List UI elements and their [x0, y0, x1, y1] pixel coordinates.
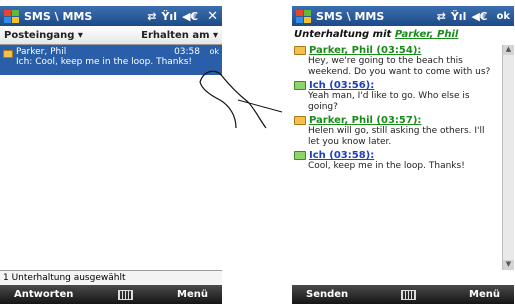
message-entry: Ich (03:58): Cool, keep me in the loop. …	[294, 150, 498, 172]
conversation-label: Unterhaltung mit	[294, 29, 392, 40]
menu-softkey[interactable]: Menü	[177, 289, 208, 300]
reply-softkey[interactable]: Antworten	[14, 289, 73, 300]
connection-icon[interactable]: ⇄	[437, 10, 446, 23]
message-text: Cool, keep me in the loop. Thanks!	[308, 161, 465, 171]
outgoing-message-icon	[294, 81, 306, 90]
folder-dropdown[interactable]: Posteingang ▾	[4, 30, 83, 41]
conversation-title: Unterhaltung mit Parker, Phil	[292, 26, 514, 41]
contact-link[interactable]: Parker, Phil	[395, 29, 459, 40]
windows-start-icon[interactable]	[4, 9, 19, 23]
message-text: Hey, we're going to the beach this weeke…	[308, 56, 491, 77]
list-header: Posteingang ▾ Erhalten am ▾	[0, 26, 222, 45]
connection-icon[interactable]: ⇄	[147, 10, 156, 23]
menu-softkey[interactable]: Menü	[469, 289, 500, 300]
scrollbar[interactable]: ▲ ▼	[502, 45, 514, 270]
close-button[interactable]: ✕	[207, 9, 218, 24]
incoming-message-icon	[294, 116, 306, 125]
message-entry: Parker, Phil (03:57): Helen will go, sti…	[294, 115, 498, 148]
conversation-screen: SMS \ MMS ⇄ Ÿıl ◀€ ok Unterhaltung mit P…	[292, 6, 514, 304]
keyboard-icon[interactable]	[117, 289, 133, 300]
message-preview: Ich: Cool, keep me in the loop. Thanks!	[16, 57, 192, 67]
message-list-item[interactable]: Parker, Phil 03:58 ok Ich: Cool, keep me…	[0, 45, 222, 75]
envelope-icon	[3, 50, 13, 58]
scroll-down-icon[interactable]: ▼	[503, 260, 514, 270]
app-title: SMS \ MMS	[24, 9, 93, 23]
selection-status: 1 Unterhaltung ausgewählt	[0, 270, 222, 285]
message-header[interactable]: Parker, Phil (03:54):	[309, 45, 421, 56]
signal-icon[interactable]: Ÿıl	[451, 10, 467, 23]
title-bar: SMS \ MMS ⇄ Ÿıl ◀€ ok	[292, 6, 514, 26]
message-header[interactable]: Ich (03:58):	[309, 150, 374, 161]
message-entry: Ich (03:56): Yeah man, I'd like to go. W…	[294, 80, 498, 113]
message-text: Helen will go, still asking the others. …	[308, 126, 485, 147]
message-header[interactable]: Parker, Phil (03:57):	[309, 115, 421, 126]
softkey-bar: Antworten Menü	[0, 285, 222, 304]
send-softkey[interactable]: Senden	[306, 289, 348, 300]
ok-label: ok	[209, 47, 219, 56]
softkey-bar: Senden Menü	[292, 285, 514, 304]
message-sender: Parker, Phil	[16, 47, 67, 57]
keyboard-icon[interactable]	[401, 289, 417, 300]
volume-icon[interactable]: ◀€	[182, 10, 198, 23]
scroll-up-icon[interactable]: ▲	[503, 45, 514, 55]
message-entry: Parker, Phil (03:54): Hey, we're going t…	[294, 45, 498, 78]
message-header[interactable]: Ich (03:56):	[309, 80, 374, 91]
hand-pointer-icon	[199, 70, 283, 129]
ok-button[interactable]: ok	[496, 11, 510, 22]
volume-icon[interactable]: ◀€	[471, 10, 487, 23]
conversation-thread: Parker, Phil (03:54): Hey, we're going t…	[292, 45, 500, 270]
message-text: Yeah man, I'd like to go. Who else is go…	[308, 91, 470, 112]
sort-dropdown[interactable]: Erhalten am ▾	[141, 30, 218, 41]
windows-start-icon[interactable]	[296, 9, 311, 23]
title-bar: SMS \ MMS ⇄ Ÿıl ◀€ ✕	[0, 6, 222, 26]
outgoing-message-icon	[294, 151, 306, 160]
app-title: SMS \ MMS	[316, 9, 385, 23]
incoming-message-icon	[294, 46, 306, 55]
signal-icon[interactable]: Ÿıl	[161, 10, 177, 23]
inbox-screen: SMS \ MMS ⇄ Ÿıl ◀€ ✕ Posteingang ▾ Erhal…	[0, 6, 222, 304]
message-time: 03:58	[174, 47, 200, 57]
